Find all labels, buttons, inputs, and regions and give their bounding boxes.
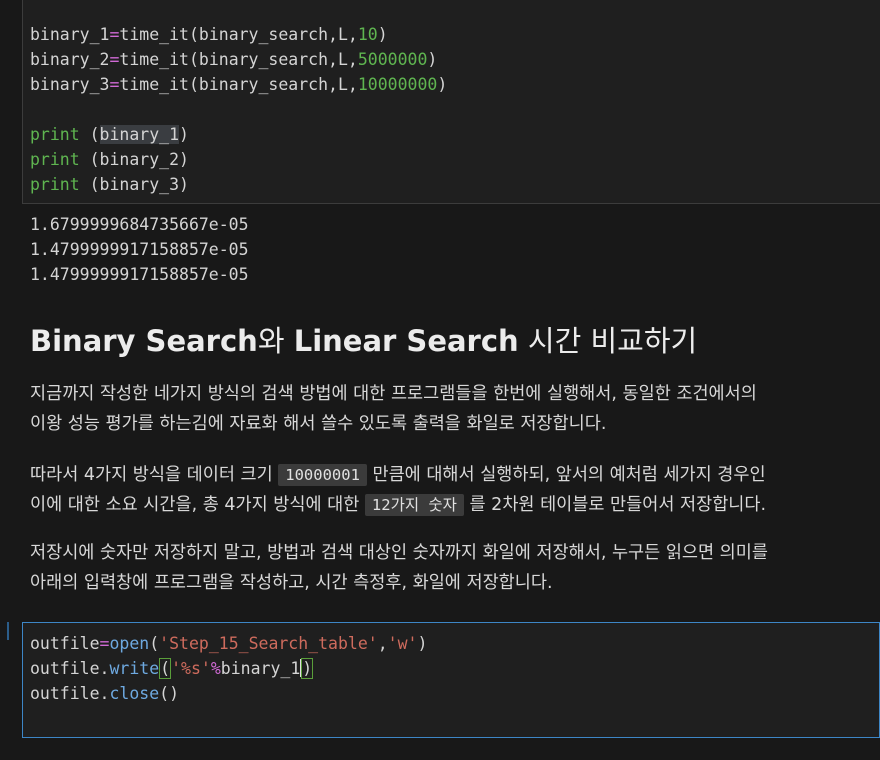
code-line-print-1: print (binary_1) bbox=[30, 125, 189, 144]
code-line-open[interactable]: outfile=open('Step_15_Search_table','w') bbox=[30, 631, 427, 656]
code-line-write[interactable]: outfile.write('%s'%binary_1) bbox=[30, 656, 314, 681]
inline-code-count: 12가지 숫자 bbox=[364, 494, 464, 516]
cell-output: 1.6799999684735667e-05 1.4799999917158857… bbox=[30, 212, 249, 287]
code-line-print-2: print (binary_2) bbox=[30, 150, 189, 169]
output-line: 1.4799999917158857e-05 bbox=[30, 240, 249, 259]
code-line-binary-1: binary_1=time_it(binary_search,L,10) bbox=[30, 25, 388, 44]
code-line-print-3: print (binary_3) bbox=[30, 175, 189, 194]
markdown-heading: Binary Search와 Linear Search 시간 비교하기 bbox=[30, 324, 698, 358]
cell-focus-indicator bbox=[7, 622, 9, 640]
code-line-binary-2: binary_2=time_it(binary_search,L,5000000… bbox=[30, 50, 438, 69]
output-line: 1.6799999684735667e-05 bbox=[30, 215, 249, 234]
code-line-binary-3: binary_3=time_it(binary_search,L,1000000… bbox=[30, 75, 448, 94]
inline-code-size: 10000001 bbox=[278, 464, 367, 486]
markdown-paragraph-3: 저장시에 숫자만 저장하지 말고, 방법과 검색 대상인 숫자까지 화일에 저장… bbox=[30, 543, 768, 593]
markdown-paragraph-2: 따라서 4가지 방식을 데이터 크기 10000001 만큼에 대해서 실행하되… bbox=[30, 464, 767, 516]
markdown-paragraph-1: 지금까지 작성한 네가지 방식의 검색 방법에 대한 프로그램들을 한번에 실행… bbox=[30, 384, 757, 434]
code-line-close[interactable]: outfile.close() bbox=[30, 681, 179, 706]
output-line: 1.4799999917158857e-05 bbox=[30, 265, 249, 284]
